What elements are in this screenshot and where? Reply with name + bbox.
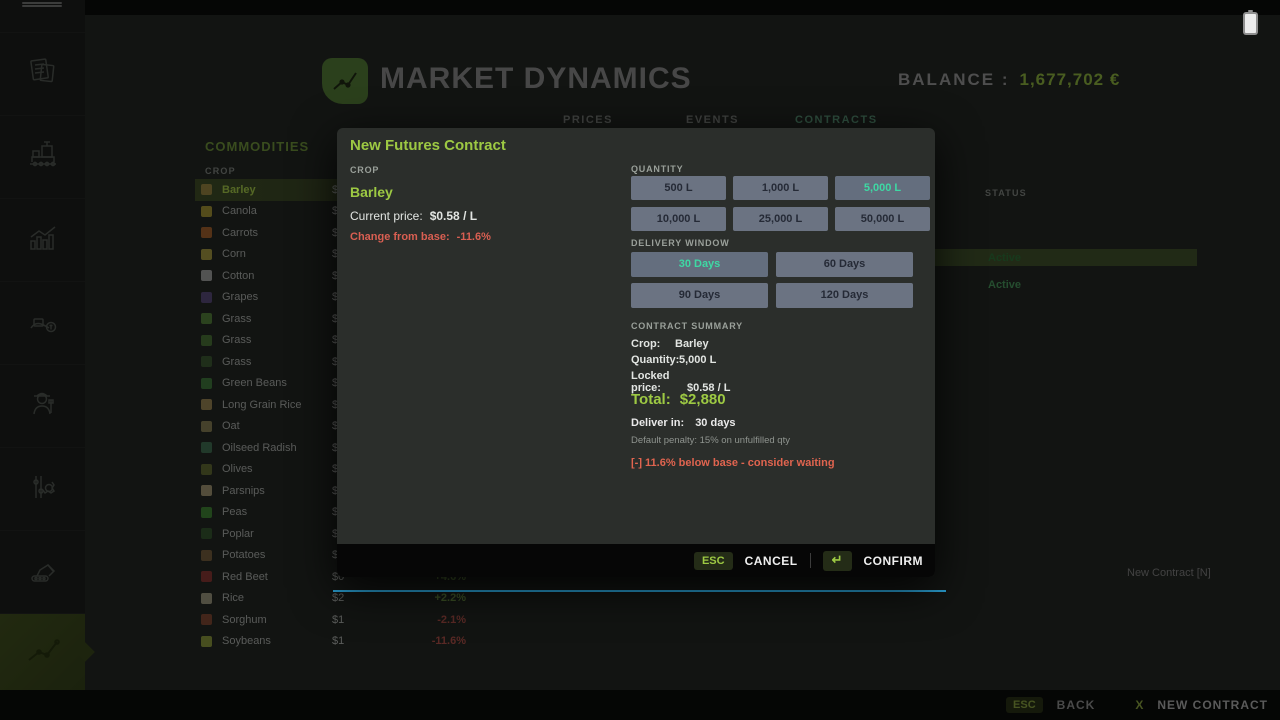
- total-label: Total:: [631, 391, 671, 408]
- deliver-in-label: Deliver in:: [631, 417, 684, 429]
- quantity-option[interactable]: 10,000 L: [631, 207, 726, 231]
- summary-crop-value: Barley: [675, 338, 709, 350]
- battery-icon: [1243, 12, 1258, 35]
- quantity-option[interactable]: 50,000 L: [835, 207, 930, 231]
- summary-crop-label: Crop:: [631, 338, 675, 350]
- crop-section-label: CROP: [350, 165, 379, 175]
- game-screen: MARKET DYNAMICS BALANCE : 1,677,702 € PR…: [0, 0, 1280, 720]
- summary-total-line: Total: $2,880: [631, 391, 726, 408]
- cancel-button[interactable]: CANCEL: [745, 554, 798, 568]
- delivery-option[interactable]: 60 Days: [776, 252, 913, 277]
- new-futures-contract-dialog: New Futures Contract CROP Barley Current…: [337, 128, 935, 577]
- total-value: $2,880: [680, 391, 726, 408]
- current-price-value: $0.58 / L: [430, 209, 477, 223]
- delivery-option[interactable]: 120 Days: [776, 283, 913, 308]
- current-price-line: Current price: $0.58 / L: [350, 209, 477, 223]
- quantity-option[interactable]: 25,000 L: [733, 207, 828, 231]
- confirm-button[interactable]: CONFIRM: [864, 554, 924, 568]
- summary-section-label: CONTRACT SUMMARY: [631, 321, 743, 331]
- summary-quantity-label: Quantity:: [631, 354, 679, 366]
- summary-crop-line: Crop:Barley: [631, 338, 709, 350]
- quantity-options: 500 L 1,000 L 5,000 L 10,000 L 25,000 L 50,00…: [631, 176, 930, 231]
- change-from-base-line: Change from base: -11.6%: [350, 231, 491, 243]
- delivery-option[interactable]: 90 Days: [631, 283, 768, 308]
- change-from-base-label: Change from base:: [350, 231, 450, 243]
- delivery-option[interactable]: 30 Days: [631, 252, 768, 277]
- delivery-section-label: DELIVERY WINDOW: [631, 238, 730, 248]
- current-price-label: Current price:: [350, 209, 423, 223]
- delivery-options: 30 Days 60 Days 90 Days 120 Days: [631, 252, 913, 308]
- enter-key-icon[interactable]: ↵: [823, 551, 852, 571]
- quantity-option[interactable]: 500 L: [631, 176, 726, 200]
- footer-divider: [810, 553, 811, 568]
- penalty-note: Default penalty: 15% on unfulfilled qty: [631, 435, 790, 446]
- quantity-section-label: QUANTITY: [631, 164, 683, 174]
- esc-key-badge[interactable]: ESC: [694, 552, 733, 570]
- selected-crop-name: Barley: [350, 184, 393, 200]
- deliver-in-line: Deliver in: 30 days: [631, 417, 736, 429]
- deliver-in-value: 30 days: [695, 417, 735, 429]
- warning-note: [-] 11.6% below base - consider waiting: [631, 457, 835, 469]
- dialog-footer: ESC CANCEL ↵ CONFIRM: [337, 544, 935, 577]
- quantity-option[interactable]: 1,000 L: [733, 176, 828, 200]
- change-from-base-value: -11.6%: [457, 231, 491, 243]
- selection-underline: [333, 590, 946, 592]
- summary-quantity-value: 5,000 L: [679, 354, 716, 366]
- quantity-option[interactable]: 5,000 L: [835, 176, 930, 200]
- dialog-title: New Futures Contract: [350, 137, 506, 154]
- summary-quantity-line: Quantity:5,000 L: [631, 354, 716, 366]
